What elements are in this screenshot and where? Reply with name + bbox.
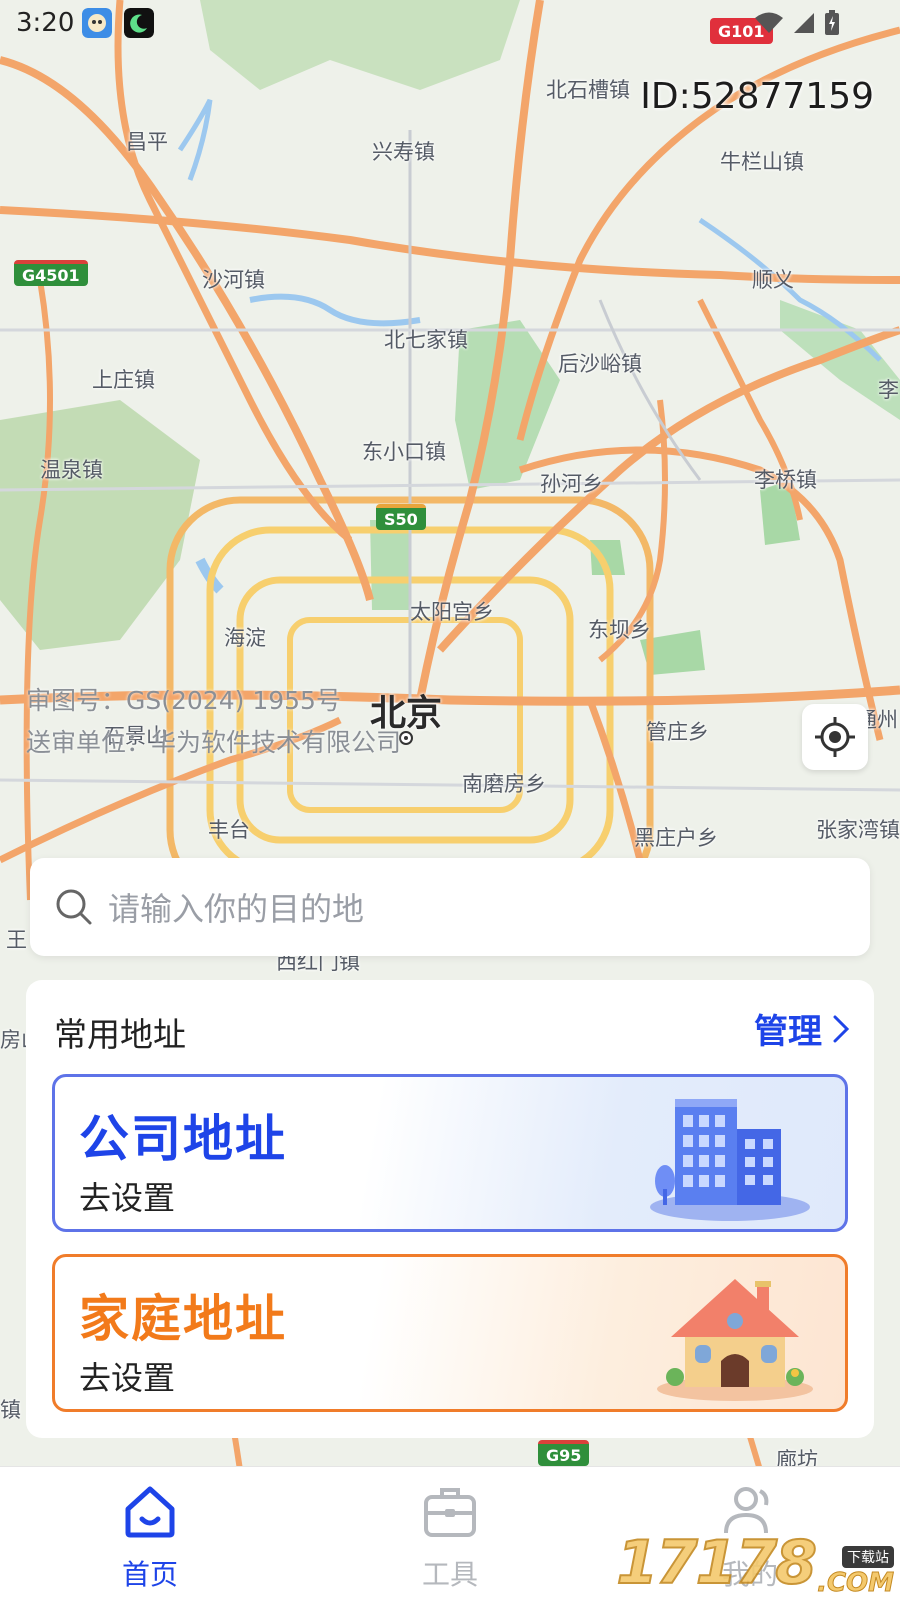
place-beishicaozhen: 北石槽镇	[546, 78, 630, 102]
place-nanmofangxiang: 南磨房乡	[462, 772, 546, 796]
watermark-tag: 下载站	[842, 1546, 894, 1568]
search-icon	[56, 889, 92, 925]
watermark-digits: 17178	[615, 1527, 818, 1599]
house-icon	[657, 1279, 813, 1401]
battery-icon	[825, 10, 839, 35]
briefcase-icon	[424, 1488, 476, 1537]
place-liqiaozhen: 李桥镇	[754, 468, 817, 492]
place-shahezhen: 沙河镇	[202, 268, 265, 292]
place-zhen: 镇	[0, 1398, 21, 1422]
home-icon	[125, 1486, 175, 1538]
watermark-side: 下载站 .COM	[817, 1546, 895, 1599]
place-dongxiaokouzhen: 东小口镇	[362, 440, 446, 464]
crosshair-location-icon	[815, 717, 855, 757]
home-address-card[interactable]: 家庭地址 去设置	[52, 1254, 848, 1412]
place-sunhexiang: 孙河乡	[540, 472, 603, 496]
place-li: 李	[878, 378, 899, 402]
status-indicators	[754, 10, 840, 36]
wifi-icon	[755, 12, 783, 33]
place-changping: 昌平	[126, 130, 168, 154]
manage-label: 管理	[754, 1012, 822, 1052]
home-address-subtitle: 去设置	[79, 1359, 176, 1397]
place-shangzhuangzhen: 上庄镇	[92, 368, 155, 392]
approval-line-2: 送审单位：华为软件技术有限公司	[26, 728, 402, 757]
place-niulanshanzhen: 牛栏山镇	[720, 150, 804, 174]
signal-icon	[794, 13, 814, 33]
nav-label-tools: 工具	[421, 1558, 478, 1591]
nav-tab-home[interactable]: 首页	[70, 1481, 230, 1593]
place-shunyi: 顺义	[752, 268, 794, 292]
place-guanzhuangxiang: 管庄乡	[646, 720, 709, 744]
map-approval-notice: 审图号：GS(2024) 1955号 送审单位：华为软件技术有限公司	[26, 680, 401, 764]
place-taiyanggongxiang: 太阳宫乡	[410, 600, 494, 624]
avatar-app-icon	[82, 8, 112, 38]
search-placeholder: 请输入你的目的地	[108, 890, 365, 928]
place-dongbaxiang: 东坝乡	[588, 618, 651, 642]
place-beiqijiazhen: 北七家镇	[384, 328, 468, 352]
company-address-subtitle: 去设置	[79, 1179, 176, 1217]
common-addresses-panel: 常用地址 管理 公司地址 去设置 家庭地址 去设置	[26, 980, 874, 1438]
moon-app-icon	[124, 8, 154, 38]
place-heizhuanghuxiang: 黑庄户乡	[634, 826, 718, 850]
destination-search-input[interactable]: 请输入你的目的地	[30, 858, 870, 956]
place-wang: 王	[6, 928, 27, 952]
office-building-icon	[650, 1099, 810, 1221]
chevron-right-icon	[833, 1015, 850, 1042]
locate-me-button[interactable]	[802, 704, 868, 770]
status-time: 3:20	[16, 8, 75, 38]
manage-addresses-button[interactable]: 管理	[754, 1004, 850, 1053]
place-xingshouzhen: 兴寿镇	[372, 140, 435, 164]
place-wenquanzhen: 温泉镇	[40, 458, 103, 482]
place-haidian: 海淀	[224, 626, 266, 650]
common-addresses-title: 常用地址	[54, 1015, 186, 1054]
shield-g4501: G4501	[14, 260, 88, 286]
place-houshayuzhen: 后沙峪镇	[558, 352, 642, 376]
company-address-title: 公司地址	[79, 1110, 287, 1168]
company-address-card[interactable]: 公司地址 去设置	[52, 1074, 848, 1232]
place-fengtai: 丰台	[208, 818, 250, 842]
status-bar: 3:20	[0, 0, 900, 48]
nav-label-home: 首页	[121, 1558, 178, 1591]
place-zhangjiawan: 张家湾镇	[816, 818, 900, 842]
shield-s50: S50	[376, 504, 426, 530]
approval-line-1: 审图号：GS(2024) 1955号	[26, 686, 341, 715]
home-address-title: 家庭地址	[79, 1290, 287, 1348]
nav-tab-tools[interactable]: 工具	[370, 1481, 530, 1593]
watermark-suffix: .COM	[817, 1568, 895, 1599]
site-watermark: 17178 下载站 .COM	[615, 1527, 895, 1599]
shield-g95: G95	[538, 1440, 590, 1466]
user-id-label: ID:52877159	[640, 76, 874, 117]
